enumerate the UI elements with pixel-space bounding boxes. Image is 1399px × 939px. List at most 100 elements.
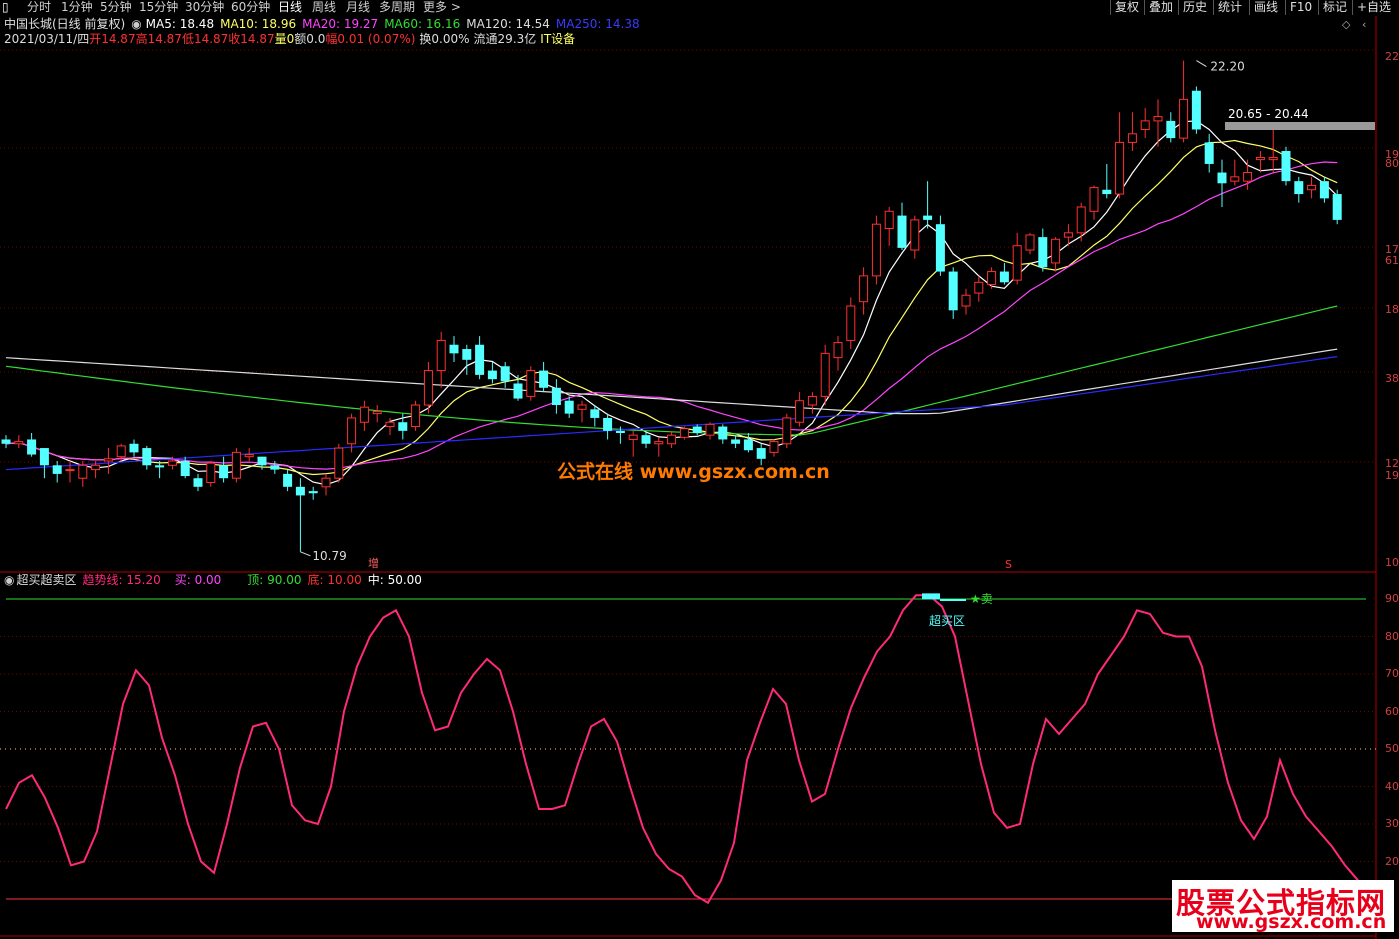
ma5-line xyxy=(5,120,1338,486)
tab-15min[interactable]: 15分钟 xyxy=(139,0,178,16)
candle-body xyxy=(257,456,267,466)
price-axis-label: 80 xyxy=(1385,157,1399,170)
add-watchlist-button[interactable]: +自选 xyxy=(1352,0,1395,15)
candle-body xyxy=(283,473,293,487)
candle-body xyxy=(1076,206,1086,234)
indicator-dropdown-icon[interactable]: ◉ xyxy=(4,573,14,587)
indicator-axis-label: 50 xyxy=(1385,742,1399,755)
candle-body xyxy=(1217,172,1227,184)
candle-body xyxy=(347,417,357,445)
candle-body xyxy=(1038,237,1048,268)
candle-body xyxy=(935,224,945,272)
candle-body xyxy=(871,223,881,277)
candle-body xyxy=(731,439,741,444)
ma10-line xyxy=(5,139,1338,476)
tab-more[interactable]: 更多 > xyxy=(423,0,461,16)
volume: 量0 xyxy=(274,32,295,46)
candle-body xyxy=(1102,189,1112,195)
fuquan-button[interactable]: 复权 xyxy=(1110,0,1143,15)
high-marker xyxy=(1196,60,1207,68)
candle-body xyxy=(718,426,728,440)
indicator-axis-label: 20 xyxy=(1385,854,1399,868)
candle-body xyxy=(692,426,702,433)
candle-body xyxy=(526,370,536,397)
candle-body xyxy=(1255,156,1265,161)
bottom-value: 底: 10.00 xyxy=(307,573,362,587)
float-shares: 流通29.3亿 xyxy=(473,32,537,46)
price-axis-label: 19 xyxy=(1385,469,1399,482)
candle-body xyxy=(1268,156,1278,161)
candle-body xyxy=(1204,142,1214,164)
candle-body xyxy=(372,410,382,415)
tab-fenshi[interactable]: 分时 xyxy=(27,0,51,16)
indicator-name[interactable]: 超买超卖区 xyxy=(16,573,76,587)
draw-button[interactable]: 画线 xyxy=(1249,0,1282,15)
sector-label[interactable]: IT设备 xyxy=(540,32,575,46)
tab-monthly[interactable]: 月线 xyxy=(346,0,370,16)
period-toolbar: ▯ 分时 1分钟 5分钟 15分钟 30分钟 60分钟 日线 周线 月线 多周期… xyxy=(0,0,1399,16)
tab-daily[interactable]: 日线 xyxy=(278,0,302,16)
candle-body xyxy=(206,462,216,484)
candle-body xyxy=(1153,116,1163,122)
candle-body xyxy=(1191,90,1201,130)
candle-body xyxy=(1307,184,1317,191)
candle-body xyxy=(103,458,113,462)
ma60-line xyxy=(5,305,1338,436)
tab-5min[interactable]: 5分钟 xyxy=(100,0,132,16)
price-axis-label: 22 xyxy=(1385,50,1399,63)
tab-weekly[interactable]: 周线 xyxy=(312,0,336,16)
collapse-icon[interactable]: ‹ xyxy=(1362,18,1366,31)
candle-body xyxy=(628,434,638,440)
candle-body xyxy=(295,486,305,496)
candle-body xyxy=(910,219,920,251)
indicator-axis-label: 30 xyxy=(1385,817,1399,830)
history-button[interactable]: 历史 xyxy=(1178,0,1211,15)
candle-body xyxy=(667,434,677,445)
indicator-axis-label: 70 xyxy=(1385,667,1399,680)
candle-body xyxy=(679,428,689,438)
ma20-line xyxy=(5,161,1338,470)
candle-body xyxy=(974,281,984,294)
candle-body xyxy=(1115,141,1125,195)
candle-body xyxy=(1294,181,1304,195)
candle-body xyxy=(308,491,318,494)
stock-title[interactable]: 中国长城(日线 前复权) xyxy=(4,17,125,31)
price-axis-label: 18 xyxy=(1385,303,1399,316)
candle-body xyxy=(948,271,958,311)
tab-30min[interactable]: 30分钟 xyxy=(185,0,224,16)
candle-body xyxy=(1332,194,1342,220)
stats-button[interactable]: 统计 xyxy=(1213,0,1246,15)
candle-body xyxy=(398,422,408,431)
overlay-button[interactable]: 叠加 xyxy=(1144,0,1177,15)
indicator-axis-label: 90 xyxy=(1385,592,1399,605)
tab-multi-period[interactable]: 多周期 xyxy=(379,0,415,16)
tab-60min[interactable]: 60分钟 xyxy=(231,0,270,16)
trend-line xyxy=(5,594,1359,905)
dropdown-icon[interactable]: ◉ xyxy=(131,17,141,31)
candle-body xyxy=(244,454,254,458)
tab-1min[interactable]: 1分钟 xyxy=(61,0,93,16)
candle-body xyxy=(1025,234,1035,251)
ma5-value: MA5: 18.48 xyxy=(145,17,215,31)
candle-body xyxy=(334,447,344,479)
candle-body xyxy=(487,370,497,380)
candle-body xyxy=(423,370,433,406)
diamond-icon[interactable]: ◇ xyxy=(1342,18,1350,31)
mark-button[interactable]: 标记 xyxy=(1318,0,1351,15)
sell-signal: ★卖 xyxy=(970,592,993,606)
candle-body xyxy=(180,460,190,477)
candle-body xyxy=(1140,120,1150,130)
candle-body xyxy=(359,406,369,423)
f10-button[interactable]: F10 xyxy=(1285,0,1316,15)
candle-body xyxy=(1243,172,1253,182)
watermark-text: 公式在线 www.gszx.com.cn xyxy=(557,461,830,483)
candle-body xyxy=(564,400,574,414)
ma10-value: MA10: 18.96 xyxy=(220,17,297,31)
s-mark: S xyxy=(1005,558,1012,571)
candle-body xyxy=(385,421,395,428)
candle-body xyxy=(65,469,75,472)
layout-icon[interactable]: ▯ xyxy=(2,0,9,16)
candle-body xyxy=(500,366,510,382)
change-pct: 幅0.01 (0.07%) xyxy=(325,32,416,46)
candle-body xyxy=(577,404,587,410)
